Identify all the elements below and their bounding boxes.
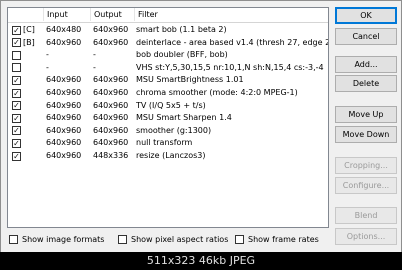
filter-output-size: 640x960 [93, 113, 129, 123]
column-header-filter[interactable]: Filter [134, 8, 328, 21]
filter-row[interactable]: ✓ 640x960 640x960 null transform [8, 137, 328, 150]
filter-enable-checkbox[interactable] [12, 50, 21, 60]
column-header-output[interactable]: Output [90, 8, 134, 21]
filter-enable-checkbox[interactable]: ✓ [12, 113, 21, 123]
move-down-button[interactable]: Move Down [335, 126, 397, 143]
filter-enable-checkbox[interactable] [12, 63, 21, 73]
filter-enable-checkbox[interactable]: ✓ [12, 25, 21, 35]
filter-row[interactable]: ✓ [B] 640x960 640x960 deinterlace - area bas… [8, 37, 328, 50]
filter-name: smoother (g:1300) [136, 125, 212, 135]
show-image-formats-label: Show image formats [22, 235, 105, 244]
filter-output-size: 640x960 [93, 37, 129, 47]
filter-input-size: 640x960 [46, 125, 82, 135]
show-pixel-aspect-ratios-checkbox[interactable] [118, 235, 127, 244]
filter-input-size: 640x960 [46, 88, 82, 97]
options-button[interactable]: Options... [335, 228, 397, 245]
filter-input-size: - [46, 50, 49, 60]
filter-row[interactable]: ✓ 640x960 640x960 smoother (g:1300) [8, 125, 328, 138]
filter-name: TV (I/Q 5x5 + t/s) [136, 100, 206, 110]
filter-input-size: 640x960 [46, 138, 82, 148]
filter-name: VHS st:Y,5,30,15,5 nr:10,1,N sh:N,15,4 c… [136, 62, 324, 72]
filter-output-size: 640x960 [93, 88, 129, 97]
filter-name: resize (Lanczos3) [136, 151, 206, 160]
filter-input-size: 640x480 [46, 25, 82, 34]
ok-button[interactable]: OK [335, 7, 397, 24]
filter-output-size: 448x336 [93, 151, 129, 160]
filter-enable-checkbox[interactable]: ✓ [12, 88, 21, 98]
filter-name: smart bob (1.1 beta 2) [136, 25, 227, 34]
show-pixel-aspect-ratios-label: Show pixel aspect ratios [131, 235, 229, 244]
filter-row[interactable]: ✓ 640x960 640x960 TV (I/Q 5x5 + t/s) [8, 100, 328, 113]
list-header: Input Output Filter [8, 8, 328, 23]
filter-input-size: 640x960 [46, 37, 82, 47]
filters-dialog: Input Output Filter ✓ [C] 640x480 640x960 sm… [0, 0, 402, 270]
filter-tag: [B] [23, 37, 35, 47]
filter-name: MSU SmartBrightness 1.01 [136, 75, 244, 85]
move-up-button[interactable]: Move Up [335, 106, 397, 123]
configure-button[interactable]: Configure... [335, 177, 397, 194]
filter-row[interactable]: ✓ 640x960 640x960 MSU Smart Sharpen 1.4 [8, 112, 328, 125]
filter-list[interactable]: Input Output Filter ✓ [C] 640x480 640x960 sm… [7, 7, 329, 228]
filter-output-size: 640x960 [93, 25, 129, 34]
filter-input-size: 640x960 [46, 151, 82, 160]
show-frame-rates-checkbox[interactable] [235, 235, 244, 244]
filter-name: bob doubler (BFF, bob) [136, 50, 228, 60]
filter-input-size: - [46, 62, 49, 72]
filter-input-size: 640x960 [46, 100, 82, 110]
filter-output-size: 640x960 [93, 100, 129, 110]
delete-button[interactable]: Delete [335, 75, 397, 92]
filter-name: chroma smoother (mode: 4:2:0 MPEG-1) [136, 88, 298, 97]
filter-enable-checkbox[interactable]: ✓ [12, 101, 21, 111]
filter-row[interactable]: ✓ 640x960 448x336 resize (Lanczos3) [8, 150, 328, 163]
filter-output-size: - [93, 50, 96, 60]
filter-enable-checkbox[interactable]: ✓ [12, 75, 21, 85]
filter-tag: [C] [23, 25, 35, 34]
filter-name: deinterlace - area based v1.4 (thresh 27… [136, 37, 328, 47]
show-frame-rates-label: Show frame rates [248, 235, 319, 244]
filter-output-size: 640x960 [93, 138, 129, 148]
filter-name: null transform [136, 138, 193, 148]
filter-enable-checkbox[interactable]: ✓ [12, 138, 21, 148]
filter-output-size: 640x960 [93, 75, 129, 85]
filter-output-size: 640x960 [93, 125, 129, 135]
filter-row[interactable]: - - bob doubler (BFF, bob) [8, 49, 328, 62]
filter-name: MSU Smart Sharpen 1.4 [136, 113, 232, 123]
filter-row[interactable]: ✓ [C] 640x480 640x960 smart bob (1.1 beta 2) [8, 24, 328, 37]
filter-enable-checkbox[interactable]: ✓ [12, 38, 21, 48]
filter-enable-checkbox[interactable]: ✓ [12, 126, 21, 136]
cropping-button[interactable]: Cropping... [335, 157, 397, 174]
image-caption: 511x323 46kb JPEG [0, 252, 402, 270]
cancel-button[interactable]: Cancel [335, 28, 397, 45]
column-header-input[interactable]: Input [43, 8, 90, 21]
filter-row[interactable]: ✓ 640x960 640x960 chroma smoother (mode: 4:… [8, 87, 328, 100]
filter-input-size: 640x960 [46, 113, 82, 123]
filter-row[interactable]: ✓ 640x960 640x960 MSU SmartBrightness 1.01 [8, 74, 328, 87]
add-button[interactable]: Add... [335, 56, 397, 73]
filter-enable-checkbox[interactable]: ✓ [12, 151, 21, 161]
filter-input-size: 640x960 [46, 75, 82, 85]
filter-output-size: - [93, 62, 96, 72]
blend-button[interactable]: Blend [335, 207, 397, 224]
show-image-formats-checkbox[interactable] [9, 235, 18, 244]
filter-row[interactable]: - - VHS st:Y,5,30,15,5 nr:10,1,N sh:N,15,4… [8, 62, 328, 75]
